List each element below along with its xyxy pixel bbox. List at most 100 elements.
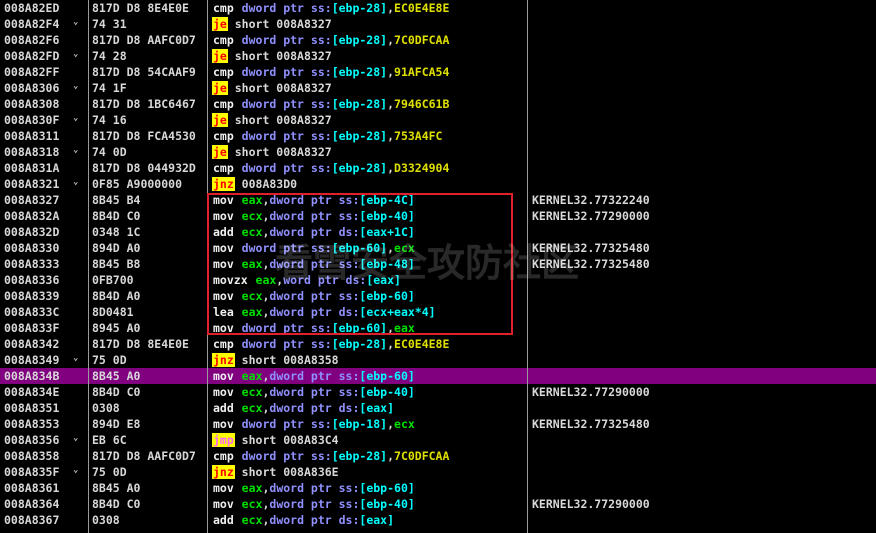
operand-token: [ebp-28]	[331, 97, 388, 111]
operand-token: [ebp-28]	[331, 1, 388, 15]
operand-token: short 008A8327	[234, 49, 332, 63]
address-cell: 008A8333	[4, 257, 60, 271]
operand-token: ,	[387, 321, 395, 335]
operand-token: [ebp-28]	[331, 33, 388, 47]
instruction-row[interactable]: 008A831A 817D D8 044932D cmp dword ptr ss:[…	[0, 160, 876, 176]
operand-token: [ebp-60]	[331, 241, 388, 255]
mnemonic: mov	[213, 417, 234, 431]
jump-arrow-icon: ⌄	[73, 177, 79, 187]
disassembly-cell: mov eax,dword ptr ss:[ebp-60]	[212, 480, 527, 496]
instruction-row[interactable]: 008A8321 ⌄ 0F85 A9000000 jnz 008A83D0	[0, 176, 876, 192]
instruction-row[interactable]: 008A82FF 817D D8 54CAAF9 cmp dword ptr ss:[…	[0, 64, 876, 80]
operand-token: eax	[241, 257, 263, 271]
operand-token: ecx	[241, 385, 263, 399]
jump-arrow-icon: ⌄	[73, 465, 79, 475]
address-cell: 008A8361	[4, 481, 60, 495]
mnemonic: cmp	[213, 97, 234, 111]
address-cell: 008A835F	[4, 465, 60, 479]
instruction-row[interactable]: 008A82F4 ⌄ 74 31 je short 008A8327	[0, 16, 876, 32]
operand-token: [ebp-40]	[359, 497, 415, 511]
operand-token: dword ptr ss:	[241, 417, 332, 431]
instruction-row[interactable]: 008A8327 8B45 B4 mov eax,dword ptr ss:[ebp-…	[0, 192, 876, 208]
instruction-row[interactable]: 008A835F ⌄ 75 0D jnz short 008A836E	[0, 464, 876, 480]
instruction-row[interactable]: 008A8318 ⌄ 74 0D je short 008A8327	[0, 144, 876, 160]
mnemonic: cmp	[213, 65, 234, 79]
instruction-row[interactable]: 008A832D 0348 1C add ecx,dword ptr ds:[eax+…	[0, 224, 876, 240]
instruction-row[interactable]: 008A832A 8B4D C0 mov ecx,dword ptr ss:[ebp-…	[0, 208, 876, 224]
opcode-bytes-cell: 817D D8 AAFC0D7	[92, 33, 196, 47]
disassembly-cell: jnz short 008A8358	[212, 352, 527, 368]
instruction-row[interactable]: 008A82ED 817D D8 8E4E0E cmp dword ptr ss:[e…	[0, 0, 876, 16]
instruction-row[interactable]: 008A8364 8B4D C0 mov ecx,dword ptr ss:[ebp-…	[0, 496, 876, 512]
selected-instruction-row[interactable]: 008A834B 8B45 A0 mov eax,dword ptr ss:[ebp-…	[0, 368, 876, 384]
operand-token: [ebp-4C]	[359, 193, 415, 207]
disassembly-cell: movzx eax,word ptr ds:[eax]	[212, 272, 527, 288]
instruction-row[interactable]: 008A833C 8D0481 lea eax,dword ptr ds:[ecx+e…	[0, 304, 876, 320]
address-cell: 008A8364	[4, 497, 60, 511]
instruction-row[interactable]: 008A82F6 817D D8 AAFC0D7 cmp dword ptr ss:[…	[0, 32, 876, 48]
instruction-row[interactable]: 008A8308 817D D8 1BC6467 cmp dword ptr ss:[…	[0, 96, 876, 112]
operand-token: ecx	[241, 225, 263, 239]
instruction-row[interactable]: 008A8356 ⌄ EB 6C jmp short 008A83C4	[0, 432, 876, 448]
address-cell: 008A8327	[4, 193, 60, 207]
operand-token: 7946C61B	[394, 97, 450, 111]
operand-token: [ecx+eax*4]	[359, 305, 436, 319]
instruction-row[interactable]: 008A8306 ⌄ 74 1F je short 008A8327	[0, 80, 876, 96]
disassembly-cell: cmp dword ptr ss:[ebp-28],7C0DFCAA	[212, 32, 527, 48]
opcode-bytes-cell: 8B4D C0	[92, 385, 141, 399]
address-cell: 008A8353	[4, 417, 60, 431]
mnemonic: jnz	[212, 353, 235, 367]
address-cell: 008A8351	[4, 401, 60, 415]
instruction-row[interactable]: 008A830F ⌄ 74 16 je short 008A8327	[0, 112, 876, 128]
address-cell: 008A8349	[4, 353, 60, 367]
operand-token: ecx	[241, 209, 263, 223]
address-cell: 008A8306	[4, 81, 60, 95]
address-cell: 008A8356	[4, 433, 60, 447]
disassembly-cell: mov ecx,dword ptr ss:[ebp-40]	[212, 208, 527, 224]
instruction-row[interactable]: 008A8311 817D D8 FCA4530 cmp dword ptr ss:[…	[0, 128, 876, 144]
disassembly-cell: je short 008A8327	[212, 48, 527, 64]
instruction-row[interactable]: 008A8351 0308 add ecx,dword ptr ds:[eax]	[0, 400, 876, 416]
mnemonic: cmp	[213, 337, 234, 351]
instruction-row[interactable]: 008A834E 8B4D C0 mov ecx,dword ptr ss:[ebp-…	[0, 384, 876, 400]
disassembly-cell: cmp dword ptr ss:[ebp-28],EC0E4E8E	[212, 336, 527, 352]
instruction-row[interactable]: 008A8358 817D D8 AAFC0D7 cmp dword ptr ss:[…	[0, 448, 876, 464]
instruction-row[interactable]: 008A833F 8945 A0 mov dword ptr ss:[ebp-60],…	[0, 320, 876, 336]
opcode-bytes-cell: 817D D8 1BC6467	[92, 97, 196, 111]
mnemonic: mov	[213, 481, 234, 495]
mnemonic: mov	[213, 369, 234, 383]
mnemonic: je	[212, 17, 228, 31]
disassembly-cell: add ecx,dword ptr ds:[eax]	[212, 512, 527, 528]
operand-token: dword ptr ds:	[269, 513, 360, 527]
address-cell: 008A82F6	[4, 33, 60, 47]
instruction-row[interactable]: 008A8330 894D A0 mov dword ptr ss:[ebp-60],…	[0, 240, 876, 256]
instruction-row[interactable]: 008A8336 0FB700 movzx eax,word ptr ds:[eax]	[0, 272, 876, 288]
address-cell: 008A832D	[4, 225, 60, 239]
operand-token: dword ptr ss:	[269, 481, 360, 495]
disassembly-cell: cmp dword ptr ss:[ebp-28],EC0E4E8E	[212, 0, 527, 16]
instruction-row[interactable]: 008A8353 894D E8 mov dword ptr ss:[ebp-18],…	[0, 416, 876, 432]
address-cell: 008A8311	[4, 129, 60, 143]
comment-cell: KERNEL32.77290000	[532, 385, 650, 399]
instruction-row[interactable]: 008A8342 817D D8 8E4E0E cmp dword ptr ss:[e…	[0, 336, 876, 352]
instruction-row[interactable]: 008A8361 8B45 A0 mov eax,dword ptr ss:[ebp-…	[0, 480, 876, 496]
operand-token: ,	[387, 129, 395, 143]
opcode-bytes-cell: 0348 1C	[92, 225, 141, 239]
operand-token: ,	[387, 33, 395, 47]
disassembly-cell: je short 008A8327	[212, 16, 527, 32]
operand-token: 91AFCA54	[394, 65, 450, 79]
instruction-row[interactable]: 008A8333 8B45 B8 mov eax,dword ptr ss:[ebp-…	[0, 256, 876, 272]
operand-token: [ebp-48]	[359, 257, 415, 271]
instruction-row[interactable]: 008A8339 8B4D A0 mov ecx,dword ptr ss:[ebp-…	[0, 288, 876, 304]
operand-token: ecx	[241, 513, 263, 527]
comment-cell: KERNEL32.77290000	[532, 497, 650, 511]
column-divider	[88, 0, 89, 533]
disassembly-cell: jnz 008A83D0	[212, 176, 527, 192]
disassembly-cell: cmp dword ptr ss:[ebp-28],753A4FC	[212, 128, 527, 144]
opcode-bytes-cell: 75 0D	[92, 353, 127, 367]
address-cell: 008A8339	[4, 289, 60, 303]
instruction-row[interactable]: 008A8367 0308 add ecx,dword ptr ds:[eax]	[0, 512, 876, 528]
operand-token: [ebp-60]	[359, 481, 415, 495]
instruction-row[interactable]: 008A8349 ⌄ 75 0D jnz short 008A8358	[0, 352, 876, 368]
instruction-row[interactable]: 008A82FD ⌄ 74 28 je short 008A8327	[0, 48, 876, 64]
